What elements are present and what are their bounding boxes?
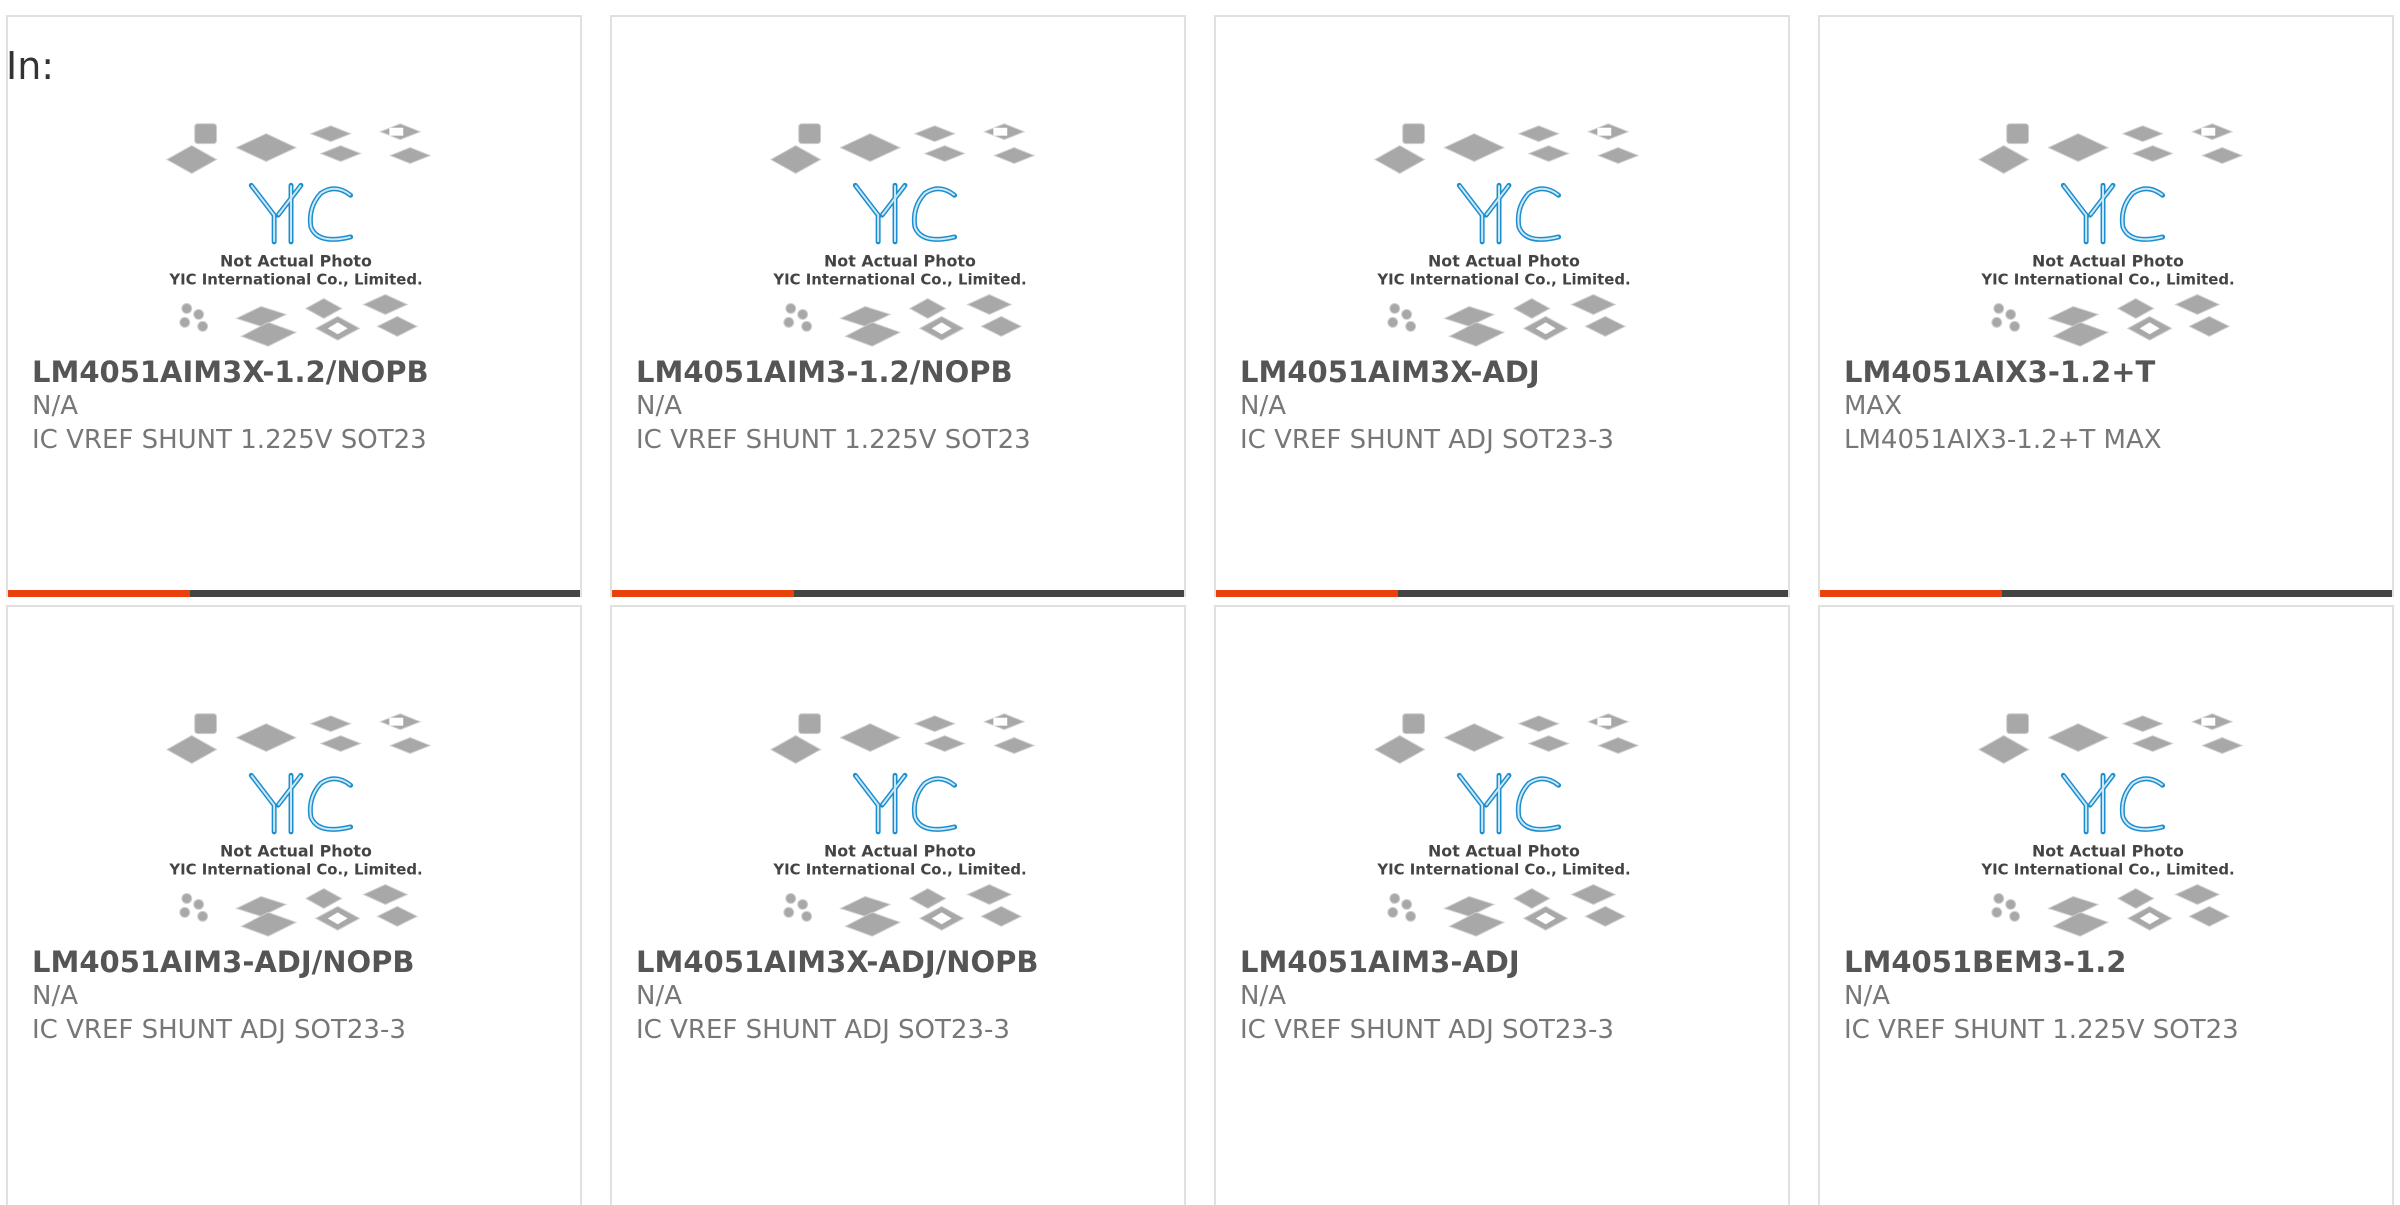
placeholder-caption-2: YIC International Co., Limited. — [1980, 271, 2234, 289]
product-card[interactable]: Not Actual Photo YIC International Co., … — [6, 605, 582, 1205]
description: IC VREF SHUNT ADJ SOT23-3 — [636, 1015, 1010, 1045]
description: IC VREF SHUNT ADJ SOT23-3 — [32, 1015, 406, 1045]
placeholder-caption-1: Not Actual Photo — [824, 252, 976, 271]
product-card[interactable]: Not Actual Photo YIC International Co., … — [1818, 605, 2394, 1205]
product-card[interactable]: Not Actual Photo YIC International Co., … — [610, 15, 1186, 597]
product-image[interactable]: Not Actual Photo YIC International Co., … — [1216, 687, 1788, 957]
part-number-link[interactable]: LM4051AIM3-ADJ — [1240, 945, 1778, 979]
placeholder-caption-2: YIC International Co., Limited. — [772, 861, 1026, 879]
card-footer-bar — [1216, 590, 1788, 597]
placeholder-image: Not Actual Photo YIC International Co., … — [165, 713, 432, 937]
placeholder-caption-1: Not Actual Photo — [220, 842, 372, 861]
product-card[interactable]: Not Actual Photo YIC International Co., … — [1818, 15, 2394, 597]
part-number-link[interactable]: LM4051AIM3X-ADJ/NOPB — [636, 945, 1174, 979]
placeholder-caption-2: YIC International Co., Limited. — [168, 861, 422, 879]
placeholder-image: Not Actual Photo YIC International Co., … — [1373, 713, 1640, 937]
placeholder-caption-1: Not Actual Photo — [824, 842, 976, 861]
description: IC VREF SHUNT ADJ SOT23-3 — [1240, 1015, 1614, 1045]
manufacturer: N/A — [32, 981, 78, 1011]
placeholder-image: Not Actual Photo YIC International Co., … — [1977, 123, 2244, 347]
description: IC VREF SHUNT 1.225V SOT23 — [1844, 1015, 2239, 1045]
manufacturer: MAX — [1844, 391, 1903, 421]
card-accent-bar — [1820, 590, 2002, 597]
product-card[interactable]: Not Actual Photo YIC International Co., … — [1214, 605, 1790, 1205]
placeholder-caption-1: Not Actual Photo — [2032, 252, 2184, 271]
manufacturer: N/A — [1240, 391, 1286, 421]
description: IC VREF SHUNT ADJ SOT23-3 — [1240, 425, 1614, 455]
card-accent-bar — [8, 590, 190, 597]
description: IC VREF SHUNT 1.225V SOT23 — [636, 425, 1031, 455]
placeholder-caption-2: YIC International Co., Limited. — [1376, 271, 1630, 289]
placeholder-caption-2: YIC International Co., Limited. — [168, 271, 422, 289]
placeholder-caption-1: Not Actual Photo — [2032, 842, 2184, 861]
manufacturer: N/A — [32, 391, 78, 421]
part-number-link[interactable]: LM4051AIM3X-ADJ — [1240, 355, 1778, 389]
placeholder-image: Not Actual Photo YIC International Co., … — [1977, 713, 2244, 937]
placeholder-caption-2: YIC International Co., Limited. — [1980, 861, 2234, 879]
card-footer-bar — [612, 590, 1184, 597]
card-footer-bar — [8, 590, 580, 597]
placeholder-image: Not Actual Photo YIC International Co., … — [1373, 123, 1640, 347]
placeholder-caption-1: Not Actual Photo — [220, 252, 372, 271]
manufacturer: N/A — [1240, 981, 1286, 1011]
part-number-link[interactable]: LM4051BEM3-1.2 — [1844, 945, 2382, 979]
product-card[interactable]: Not Actual Photo YIC International Co., … — [610, 605, 1186, 1205]
placeholder-image: Not Actual Photo YIC International Co., … — [769, 123, 1036, 347]
part-number-link[interactable]: LM4051AIX3-1.2+T — [1844, 355, 2382, 389]
product-image[interactable]: Not Actual Photo YIC International Co., … — [1820, 687, 2392, 957]
card-footer-bar — [1820, 590, 2392, 597]
card-accent-bar — [1216, 590, 1398, 597]
product-image[interactable]: Not Actual Photo YIC International Co., … — [1216, 97, 1788, 367]
product-card[interactable]: Not Actual Photo YIC International Co., … — [1214, 15, 1790, 597]
manufacturer: N/A — [636, 981, 682, 1011]
part-number-link[interactable]: LM4051AIM3-ADJ/NOPB — [32, 945, 570, 979]
filter-label: In: — [6, 44, 55, 88]
product-image[interactable]: Not Actual Photo YIC International Co., … — [8, 687, 580, 957]
manufacturer: N/A — [636, 391, 682, 421]
card-accent-bar — [612, 590, 794, 597]
placeholder-image: Not Actual Photo YIC International Co., … — [769, 713, 1036, 937]
product-image[interactable]: Not Actual Photo YIC International Co., … — [612, 97, 1184, 367]
manufacturer: N/A — [1844, 981, 1890, 1011]
placeholder-image: Not Actual Photo YIC International Co., … — [165, 123, 432, 347]
product-image[interactable]: Not Actual Photo YIC International Co., … — [8, 97, 580, 367]
product-image[interactable]: Not Actual Photo YIC International Co., … — [1820, 97, 2392, 367]
placeholder-caption-2: YIC International Co., Limited. — [1376, 861, 1630, 879]
description: IC VREF SHUNT 1.225V SOT23 — [32, 425, 427, 455]
product-card[interactable]: Not Actual Photo YIC International Co., … — [6, 15, 582, 597]
product-image[interactable]: Not Actual Photo YIC International Co., … — [612, 687, 1184, 957]
placeholder-caption-2: YIC International Co., Limited. — [772, 271, 1026, 289]
placeholder-caption-1: Not Actual Photo — [1428, 252, 1580, 271]
description: LM4051AIX3-1.2+T MAX — [1844, 425, 2162, 455]
part-number-link[interactable]: LM4051AIM3-1.2/NOPB — [636, 355, 1174, 389]
placeholder-caption-1: Not Actual Photo — [1428, 842, 1580, 861]
part-number-link[interactable]: LM4051AIM3X-1.2/NOPB — [32, 355, 570, 389]
